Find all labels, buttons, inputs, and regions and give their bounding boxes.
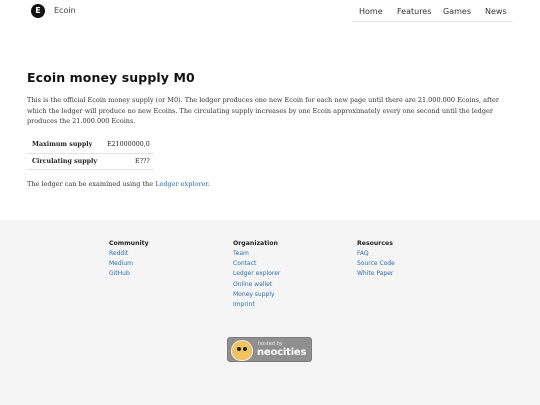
footer-column-community: Community Reddit Medium GitHub [109, 240, 149, 280]
max-supply-value: E21000000,0 [102, 137, 154, 154]
nav-features[interactable]: Features [397, 7, 431, 16]
footer-link-ledger-explorer[interactable]: Ledger explorer [233, 269, 280, 279]
circulating-supply-value: E??? [102, 153, 154, 170]
footer-heading: Resources [357, 240, 393, 247]
footer-link-source-code[interactable]: Source Code [357, 259, 395, 269]
footer-link-money-supply[interactable]: Money supply [233, 290, 280, 300]
ledger-note-text: The ledger can be examined using the [27, 180, 156, 188]
nav-games[interactable]: Games [443, 7, 471, 16]
footer-link-imprint[interactable]: Imprint [233, 300, 280, 310]
footer: Community Reddit Medium GitHub Organizat… [0, 220, 540, 405]
intro-paragraph: This is the official Ecoin money supply … [27, 96, 499, 125]
nav-news[interactable]: News [485, 7, 507, 16]
footer-heading: Organization [233, 240, 278, 247]
circulating-supply-label: Circulating supply [27, 153, 103, 170]
footer-column-organization: Organization Team Contact Ledger explore… [233, 240, 280, 310]
ledger-explorer-link[interactable]: Ledger explorer [155, 180, 208, 188]
footer-link-github[interactable]: GitHub [109, 269, 149, 279]
footer-link-faq[interactable]: FAQ [357, 249, 395, 259]
footer-column-resources: Resources FAQ Source Code White Paper [357, 240, 395, 280]
footer-link-team[interactable]: Team [233, 249, 280, 259]
footer-link-white-paper[interactable]: White Paper [357, 269, 395, 279]
table-row: Circulating supply E??? [27, 153, 154, 170]
ecoin-logo-icon[interactable]: E [31, 4, 45, 18]
ledger-note: The ledger can be examined using the Led… [27, 180, 210, 188]
footer-link-medium[interactable]: Medium [109, 259, 149, 269]
supply-table: Maximum supply E21000000,0 Circulating s… [27, 137, 154, 170]
top-navbar: E Ecoin Home Features Games News [0, 0, 540, 24]
ledger-note-end: . [207, 180, 210, 188]
neocities-badge[interactable]: hosted by neocities [227, 337, 312, 362]
max-supply-label: Maximum supply [27, 137, 103, 154]
badge-neocities: neocities [257, 347, 307, 358]
neocities-cat-icon [231, 340, 253, 361]
footer-heading: Community [109, 240, 149, 247]
nav-home[interactable]: Home [359, 7, 383, 16]
main-nav: Home Features Games News [352, 0, 513, 22]
footer-link-contact[interactable]: Contact [233, 259, 280, 269]
page-title: Ecoin money supply M0 [27, 70, 195, 85]
table-row: Maximum supply E21000000,0 [27, 137, 154, 154]
footer-link-reddit[interactable]: Reddit [109, 249, 149, 259]
brand-name[interactable]: Ecoin [54, 6, 76, 15]
footer-link-online-wallet[interactable]: Online wallet [233, 280, 280, 290]
